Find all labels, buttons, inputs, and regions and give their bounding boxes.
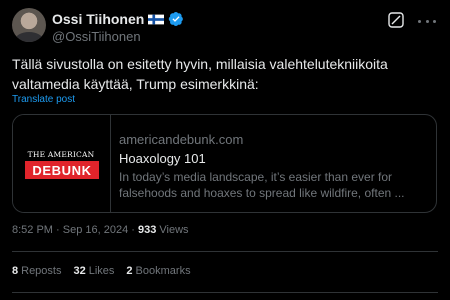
more-options-icon[interactable] xyxy=(418,14,436,28)
link-preview-card[interactable]: THE AMERICAN DEBUNK americandebunk.com H… xyxy=(12,114,437,213)
card-description-line: In today’s media landscape, it’s easier … xyxy=(119,170,393,184)
divider xyxy=(12,251,438,252)
card-description-line: falsehoods and hoaxes to spread like wil… xyxy=(119,186,405,200)
flag-finland-icon xyxy=(148,14,165,24)
reposts-stat[interactable]: 8 Reposts xyxy=(12,265,61,277)
card-title: Hoaxology 101 xyxy=(119,151,206,166)
likes-stat[interactable]: 32 Likes xyxy=(73,265,114,277)
card-description: In today’s media landscape, it’s easier … xyxy=(119,169,431,201)
post: Ossi Tiihonen @OssiTiihonen Tällä sivust… xyxy=(0,0,450,300)
bookmarks-stat[interactable]: 2 Bookmarks xyxy=(126,265,190,277)
meta-separator: · xyxy=(128,224,138,236)
divider xyxy=(12,292,438,293)
meta-separator: · xyxy=(52,224,63,236)
verified-badge-icon[interactable] xyxy=(168,11,184,27)
author-name-row: Ossi Tiihonen xyxy=(52,11,184,27)
grok-icon[interactable] xyxy=(388,12,404,28)
thumbnail-logo-top: THE AMERICAN xyxy=(27,150,95,159)
translate-post-link[interactable]: Translate post xyxy=(12,94,75,105)
likes-count: 32 xyxy=(73,265,86,277)
reposts-label: Reposts xyxy=(21,265,62,277)
post-text: Tällä sivustolla on esitetty hyvin, mill… xyxy=(12,54,432,94)
author-handle[interactable]: @OssiTiihonen xyxy=(52,29,141,44)
bookmarks-label: Bookmarks xyxy=(135,265,191,277)
avatar[interactable] xyxy=(12,8,46,42)
reposts-count: 8 xyxy=(12,265,19,277)
post-time[interactable]: 8:52 PM xyxy=(12,224,53,236)
bookmarks-count: 2 xyxy=(126,265,133,277)
card-thumbnail[interactable]: THE AMERICAN DEBUNK xyxy=(13,115,111,212)
thumbnail-logo-box: DEBUNK xyxy=(25,161,99,179)
post-text-line: Tällä sivustolla on esitetty hyvin, mill… xyxy=(12,56,388,72)
card-domain: americandebunk.com xyxy=(119,132,244,147)
post-meta: 8:52 PM · Sep 16, 2024 · 933 Views xyxy=(12,224,189,236)
post-stats: 8 Reposts 32 Likes 2 Bookmarks xyxy=(12,265,191,277)
post-text-line: valtamedia käyttää, Trump esimerkkinä: xyxy=(12,76,259,92)
views-label: Views xyxy=(156,224,189,236)
post-date[interactable]: Sep 16, 2024 xyxy=(63,224,128,236)
views-count: 933 xyxy=(137,224,157,236)
likes-label: Likes xyxy=(88,265,115,277)
author-name[interactable]: Ossi Tiihonen xyxy=(52,11,144,27)
